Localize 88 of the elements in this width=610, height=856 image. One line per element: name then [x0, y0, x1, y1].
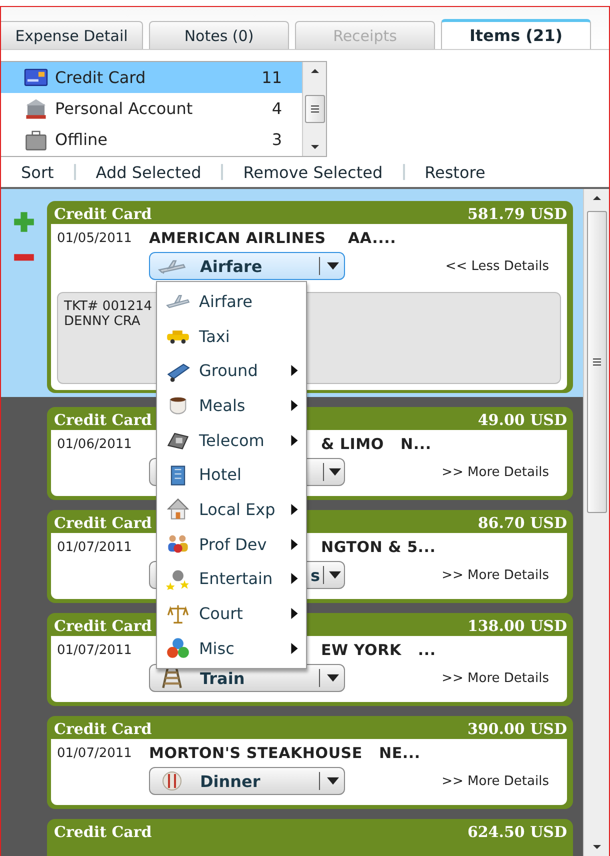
caret-icon: [329, 571, 341, 579]
toolbar-button[interactable]: Restore: [416, 162, 494, 182]
category-dropdown[interactable]: Dinner: [149, 767, 345, 795]
menu-item[interactable]: Taxi: [157, 318, 306, 354]
card-source: Credit Card: [54, 719, 152, 739]
date-text: 01/07/2011: [57, 642, 133, 658]
submenu-arrow-icon: [291, 434, 298, 446]
date-text: 01/07/2011: [57, 746, 133, 760]
card-amount: 138.00 USD: [467, 616, 567, 636]
scroll-thumb[interactable]: [304, 95, 324, 123]
toolbar-button[interactable]: Remove Selected: [235, 162, 391, 182]
caret-icon: [327, 777, 339, 785]
card-amount: 49.00 USD: [478, 410, 567, 430]
details-link[interactable]: >> More Details: [442, 568, 549, 582]
minus-icon[interactable]: [13, 253, 35, 262]
details-link[interactable]: >> More Details: [442, 464, 549, 480]
category-label: Airfare: [199, 256, 262, 276]
details-link[interactable]: >> More Details: [442, 670, 549, 686]
credit-card-icon: [23, 66, 49, 88]
source-item[interactable]: Credit Card 11: [1, 62, 302, 93]
category-label: Train: [199, 668, 245, 688]
merchant-text: NGTON & 5...: [321, 538, 436, 556]
menu-item[interactable]: Ground: [157, 353, 306, 388]
menu-item[interactable]: Hotel: [157, 457, 306, 492]
house-icon: [165, 497, 191, 522]
expense-card[interactable]: Credit Card 390.00 USD 01/07/2011 MORTON'S STEAKHOUSE NE... Dinner >> More Details: [47, 716, 573, 809]
expense-card[interactable]: Credit Card 624.50 USD: [47, 819, 573, 856]
source-count: 11: [260, 68, 283, 87]
card-source: Credit Card: [54, 822, 152, 842]
card-source: Credit Card: [54, 204, 152, 224]
date-text: 01/06/2011: [57, 436, 133, 452]
card-amount: 86.70 USD: [478, 513, 567, 533]
scroll-down-icon[interactable]: [592, 844, 602, 850]
menu-item[interactable]: Telecom: [157, 422, 306, 458]
caret-icon: [327, 262, 339, 270]
balls-icon: [165, 636, 191, 660]
details-text: DENNY CRA: [64, 314, 140, 329]
scroll-thumb[interactable]: [586, 211, 606, 513]
scroll-down-icon[interactable]: [310, 144, 320, 150]
menu-item[interactable]: Misc: [157, 630, 306, 666]
submenu-arrow-icon: [291, 608, 298, 620]
toolbar-button[interactable]: Sort: [13, 162, 62, 182]
menu-item[interactable]: Airfare: [157, 284, 306, 319]
merchant-text: MORTON'S STEAKHOUSE NE...: [149, 744, 420, 762]
source-label: Offline: [55, 130, 108, 149]
source-count: 3: [270, 130, 283, 149]
category-label: s: [310, 566, 320, 584]
scroll-up-icon[interactable]: [310, 68, 320, 74]
card-source: Credit Card: [54, 616, 152, 636]
source-item[interactable]: Personal Account 4: [1, 93, 302, 124]
caret-icon: [327, 674, 339, 682]
source-item[interactable]: Offline 3: [1, 124, 302, 155]
merchant-text: EW YORK ...: [321, 641, 436, 659]
briefcase-icon: [23, 128, 49, 150]
tab[interactable]: Expense Detail: [1, 21, 143, 49]
caret-icon: [329, 468, 341, 476]
date-text: 01/05/2011: [57, 230, 133, 246]
source-label: Credit Card: [55, 68, 147, 87]
card-source: Credit Card: [54, 410, 152, 430]
details-link[interactable]: >> More Details: [442, 774, 549, 788]
card-source: Credit Card: [54, 513, 152, 533]
menu-item[interactable]: Entertain: [157, 562, 306, 596]
scrollbar[interactable]: [302, 62, 326, 156]
card-amount: 390.00 USD: [467, 719, 567, 739]
category-label: Dinner: [199, 772, 260, 790]
tab[interactable]: Items (21): [441, 19, 591, 49]
submenu-arrow-icon: [291, 538, 298, 550]
submenu-arrow-icon: [291, 400, 298, 411]
details-text: TKT# 001214: [64, 299, 152, 314]
menu-item[interactable]: Prof Dev: [157, 526, 306, 562]
date-text: 01/07/2011: [57, 540, 133, 554]
card-amount: 581.79 USD: [467, 204, 567, 224]
scrollbar[interactable]: [583, 189, 609, 856]
merchant-text: & LIMO N...: [321, 435, 432, 453]
source-count: 4: [270, 99, 283, 118]
submenu-arrow-icon: [291, 573, 298, 584]
submenu-arrow-icon: [291, 504, 298, 515]
card-amount: 624.50 USD: [467, 822, 567, 842]
details-link[interactable]: << Less Details: [445, 258, 549, 274]
category-dropdown[interactable]: Airfare: [149, 252, 345, 280]
submenu-arrow-icon: [291, 642, 298, 654]
tab[interactable]: Notes (0): [149, 21, 289, 49]
scroll-up-icon[interactable]: [592, 195, 602, 201]
submenu-arrow-icon: [291, 365, 298, 376]
source-label: Personal Account: [55, 99, 194, 118]
toolbar-button[interactable]: Add Selected: [88, 162, 210, 182]
merchant-text: AMERICAN AIRLINES AA....: [149, 229, 396, 247]
bank-icon: [23, 98, 49, 120]
